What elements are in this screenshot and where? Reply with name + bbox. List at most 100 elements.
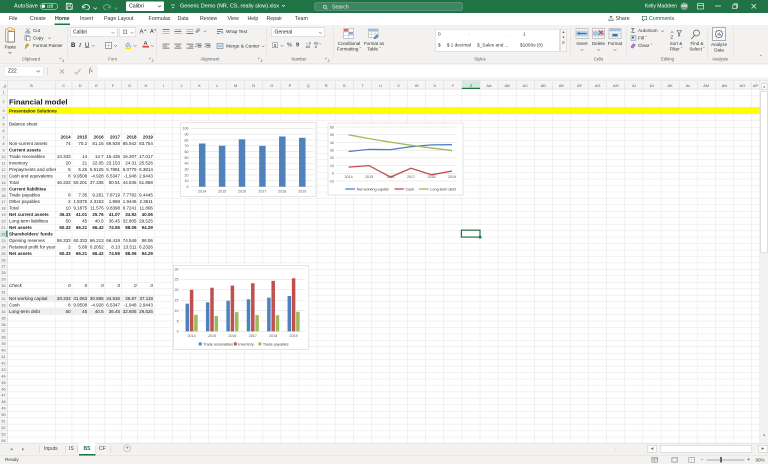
svg-text:2015: 2015 — [77, 135, 88, 140]
svg-text:34: 34 — [1, 310, 5, 314]
svg-text:45: 45 — [82, 219, 88, 224]
svg-text:9.1875: 9.1875 — [73, 206, 87, 211]
svg-text:36.45: 36.45 — [109, 219, 121, 224]
svg-text:AC: AC — [522, 83, 528, 88]
svg-text:2019: 2019 — [448, 175, 456, 179]
svg-text:Net working capital: Net working capital — [357, 187, 389, 191]
svg-text:2019: 2019 — [290, 334, 298, 338]
svg-text:Opening reserves: Opening reserves — [9, 238, 46, 243]
svg-text:AM: AM — [703, 83, 709, 88]
svg-text:90: 90 — [184, 132, 188, 136]
svg-text:30: 30 — [1, 284, 5, 288]
svg-text:66.213: 66.213 — [90, 238, 104, 243]
svg-text:9.9508: 9.9508 — [73, 302, 87, 307]
svg-text:2019: 2019 — [298, 189, 306, 193]
svg-text:AB: AB — [504, 83, 510, 88]
svg-text:Net working capital: Net working capital — [9, 296, 47, 301]
svg-text:30: 30 — [175, 267, 179, 271]
svg-text:28: 28 — [1, 271, 5, 275]
svg-text:3: 3 — [2, 109, 4, 113]
svg-text:2016: 2016 — [94, 135, 105, 140]
svg-text:37: 37 — [1, 329, 5, 333]
svg-text:-10: -10 — [329, 179, 334, 183]
svg-text:Total: Total — [9, 180, 19, 185]
svg-text:42: 42 — [1, 361, 5, 365]
svg-text:80: 80 — [184, 138, 188, 142]
svg-text:9: 9 — [2, 149, 4, 153]
svg-text:2.9443: 2.9443 — [139, 302, 153, 307]
svg-text:5: 5 — [177, 319, 179, 323]
svg-text:31: 31 — [1, 291, 5, 295]
svg-text:50: 50 — [184, 156, 188, 160]
svg-text:AJ: AJ — [650, 83, 655, 88]
svg-text:2018: 2018 — [278, 189, 286, 193]
svg-text:Inventory: Inventory — [238, 342, 254, 346]
svg-text:88.06: 88.06 — [125, 225, 137, 230]
svg-text:24: 24 — [1, 245, 5, 249]
svg-text:40: 40 — [184, 162, 188, 166]
svg-text:G: G — [128, 83, 131, 88]
svg-text:22.05: 22.05 — [92, 160, 104, 165]
svg-text:N: N — [252, 83, 255, 88]
svg-text:37.119: 37.119 — [140, 296, 154, 301]
svg-text:23.153: 23.153 — [106, 160, 120, 165]
svg-text:1: 1 — [2, 91, 4, 95]
svg-text:45: 45 — [1, 381, 5, 385]
svg-text:52: 52 — [1, 426, 5, 430]
svg-text:0.2052: 0.2052 — [90, 244, 104, 249]
svg-text:29.525: 29.525 — [139, 219, 153, 224]
svg-text:41: 41 — [1, 355, 5, 359]
svg-text:51: 51 — [1, 420, 5, 424]
svg-text:Other payables: Other payables — [9, 199, 41, 204]
svg-text:32: 32 — [1, 297, 5, 301]
svg-text:17: 17 — [1, 200, 5, 204]
svg-text:2.9443: 2.9443 — [139, 173, 153, 178]
svg-text:C: C — [62, 83, 65, 88]
svg-text:Cash: Cash — [9, 302, 20, 307]
svg-text:66.42: 66.42 — [92, 251, 104, 256]
svg-text:33: 33 — [1, 303, 5, 307]
svg-text:66.419: 66.419 — [106, 238, 120, 243]
svg-text:35: 35 — [1, 316, 5, 320]
svg-text:AG: AG — [595, 83, 601, 88]
svg-text:6.5347: 6.5347 — [106, 173, 120, 178]
svg-text:32.805: 32.805 — [123, 309, 137, 314]
svg-text:Trade receivables: Trade receivables — [9, 154, 46, 159]
svg-text:14: 14 — [1, 181, 5, 185]
svg-text:31.063: 31.063 — [73, 296, 87, 301]
svg-text:Net assets: Net assets — [9, 225, 32, 230]
svg-text:81.16: 81.16 — [92, 141, 104, 146]
svg-text:17.017: 17.017 — [139, 154, 153, 159]
svg-text:15: 15 — [1, 187, 5, 191]
svg-text:Inventory: Inventory — [9, 160, 28, 165]
svg-text:39: 39 — [1, 342, 5, 346]
svg-text:38: 38 — [1, 336, 5, 340]
svg-text:D: D — [79, 83, 82, 88]
svg-text:2014: 2014 — [345, 175, 353, 179]
svg-text:40: 40 — [1, 349, 5, 353]
svg-text:74: 74 — [66, 141, 72, 146]
svg-text:2018: 2018 — [126, 135, 137, 140]
svg-text:Q: Q — [306, 83, 309, 88]
svg-text:J: J — [180, 83, 182, 88]
svg-text:2017: 2017 — [407, 175, 415, 179]
svg-text:7: 7 — [2, 136, 4, 140]
svg-text:50.201: 50.201 — [73, 180, 87, 185]
svg-text:E: E — [95, 83, 98, 88]
svg-text:2: 2 — [2, 100, 4, 104]
svg-text:36: 36 — [1, 323, 5, 327]
svg-text:Non-current assets: Non-current assets — [9, 141, 48, 146]
svg-text:88.06: 88.06 — [142, 238, 154, 243]
svg-text:2014: 2014 — [61, 135, 72, 140]
svg-text:26: 26 — [1, 258, 5, 262]
svg-text:20: 20 — [184, 173, 188, 177]
svg-text:11.576: 11.576 — [90, 206, 104, 211]
svg-text:X: X — [433, 83, 436, 88]
svg-text:36.33: 36.33 — [59, 212, 71, 217]
svg-text:B: B — [30, 83, 33, 88]
svg-text:Long-term debt: Long-term debt — [9, 309, 41, 314]
svg-text:AP: AP — [753, 83, 759, 88]
svg-text:O: O — [270, 83, 273, 88]
svg-text:19: 19 — [1, 213, 5, 217]
svg-text:Net current assets: Net current assets — [9, 212, 49, 217]
